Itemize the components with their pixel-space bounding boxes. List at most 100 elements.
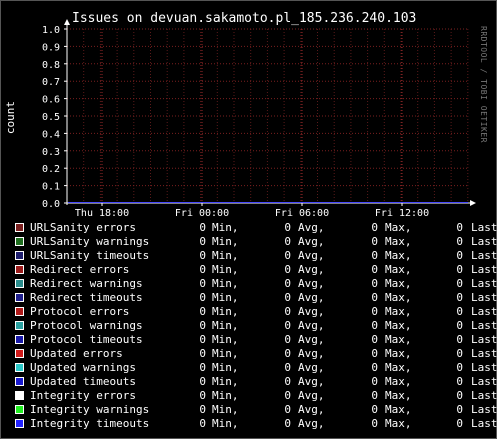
legend-label: Updated warnings [30,361,136,374]
legend-min-value: 0 [199,249,206,262]
legend-label: Integrity timeouts [30,417,150,430]
legend-swatch [15,405,24,414]
legend-last-unit: Last [471,319,497,332]
y-tick-label: 1.0 [42,25,60,36]
legend-min-value: 0 [199,221,206,234]
legend-swatch [15,265,24,274]
legend-min-value: 0 [199,305,206,318]
legend-min-value: 0 [199,347,206,360]
x-tick-label: Thu 18:00 [75,208,129,219]
legend-swatch [15,279,24,288]
legend-avg-value: 0 [284,375,291,388]
legend-swatch [15,237,24,246]
legend-avg-value: 0 [284,277,291,290]
legend-row: Integrity timeouts 0 Min, 0 Avg, 0 Max, 0 Last [0,417,497,431]
legend-last-unit: Last [471,347,497,360]
legend-last-unit: Last [471,263,497,276]
y-tick-label: 0.5 [42,112,60,123]
legend-row: Integrity warnings 0 Min, 0 Avg, 0 Max, 0 Last [0,403,497,417]
legend-last-value: 0 [456,389,463,402]
legend-avg-value: 0 [284,305,291,318]
legend-avg-value: 0 [284,347,291,360]
legend-last-unit: Last [471,333,497,346]
legend-row: Updated timeouts 0 Min, 0 Avg, 0 Max, 0 Last [0,375,497,389]
legend-label: Protocol timeouts [30,333,143,346]
legend-avg-value: 0 [284,221,291,234]
legend-last-value: 0 [456,361,463,374]
x-tick-label: Fri 12:00 [375,208,429,219]
legend-min-value: 0 [199,361,206,374]
legend-label: URLSanity errors [30,221,136,234]
legend-swatch [15,349,24,358]
x-axis-arrow [470,200,476,206]
legend-min-value: 0 [199,375,206,388]
legend-max-value: 0 [371,277,378,290]
y-tick-label: 0.1 [42,182,60,193]
legend-avg-value: 0 [284,319,291,332]
legend-max-value: 0 [371,347,378,360]
legend-last-value: 0 [456,375,463,388]
legend-row: Redirect timeouts 0 Min, 0 Avg, 0 Max, 0 Last [0,291,497,305]
legend-max-value: 0 [371,263,378,276]
legend-label: Redirect timeouts [30,291,143,304]
legend-last-value: 0 [456,235,463,248]
legend-label: Updated errors [30,347,123,360]
legend-avg-value: 0 [284,403,291,416]
legend-label: Updated timeouts [30,375,136,388]
legend-avg-value: 0 [284,291,291,304]
x-tick-label: Fri 00:00 [175,208,229,219]
legend-swatch [15,251,24,260]
legend-last-unit: Last [471,417,497,430]
legend-min-value: 0 [199,417,206,430]
legend-row: Protocol warnings 0 Min, 0 Avg, 0 Max, 0 Last [0,319,497,333]
legend-max-value: 0 [371,291,378,304]
chart-plot: 0.0 0.1 0.2 0.3 0.4 0.5 0.6 0.7 0.8 0.9 1.0 Thu 18:… [42,19,476,219]
legend-row: URLSanity errors 0 Min, 0 Avg, 0 Max, 0 Last [0,221,497,235]
legend-swatch [15,377,24,386]
legend-last-value: 0 [456,403,463,416]
legend-last-unit: Last [471,361,497,374]
legend-max-value: 0 [371,417,378,430]
y-tick-label: 0.8 [42,60,60,71]
legend-avg-value: 0 [284,263,291,276]
legend-avg-value: 0 [284,361,291,374]
legend-max-value: 0 [371,319,378,332]
legend-swatch [15,335,24,344]
legend-max-value: 0 [371,249,378,262]
legend-row: Updated errors 0 Min, 0 Avg, 0 Max, 0 Last [0,347,497,361]
legend-max-value: 0 [371,403,378,416]
y-tick-label: 0.4 [42,129,60,140]
legend-label: URLSanity warnings [30,235,150,248]
legend-label: Protocol warnings [30,319,143,332]
legend-max-value: 0 [371,375,378,388]
x-tick-label: Fri 06:00 [275,208,329,219]
legend-label: Redirect errors [30,263,130,276]
legend-label: Redirect warnings [30,277,143,290]
legend-max-value: 0 [371,221,378,234]
legend-row: Redirect warnings 0 Min, 0 Avg, 0 Max, 0 Last [0,277,497,291]
y-axis-arrow [64,19,70,25]
legend-row: Redirect errors 0 Min, 0 Avg, 0 Max, 0 Last [0,263,497,277]
legend-row: Protocol errors 0 Min, 0 Avg, 0 Max, 0 Last [0,305,497,319]
legend-last-unit: Last [471,221,497,234]
legend-min-value: 0 [199,319,206,332]
legend-last-unit: Last [471,375,497,388]
legend-swatch [15,391,24,400]
legend-row: URLSanity timeouts 0 Min, 0 Avg, 0 Max, 0 Last [0,249,497,263]
legend-row: URLSanity warnings 0 Min, 0 Avg, 0 Max, 0 Last [0,235,497,249]
legend-label: URLSanity timeouts [30,249,150,262]
legend-avg-value: 0 [284,249,291,262]
legend-last-value: 0 [456,249,463,262]
legend-swatch [15,293,24,302]
y-tick-label: 0.0 [42,199,60,210]
legend-max-value: 0 [371,305,378,318]
legend-min-value: 0 [199,333,206,346]
legend-last-unit: Last [471,291,497,304]
y-tick-label: 0.2 [42,164,60,175]
legend-last-value: 0 [456,347,463,360]
legend-min-value: 0 [199,277,206,290]
legend-avg-value: 0 [284,333,291,346]
legend-last-value: 0 [456,305,463,318]
legend-avg-value: 0 [284,235,291,248]
legend-swatch [15,307,24,316]
